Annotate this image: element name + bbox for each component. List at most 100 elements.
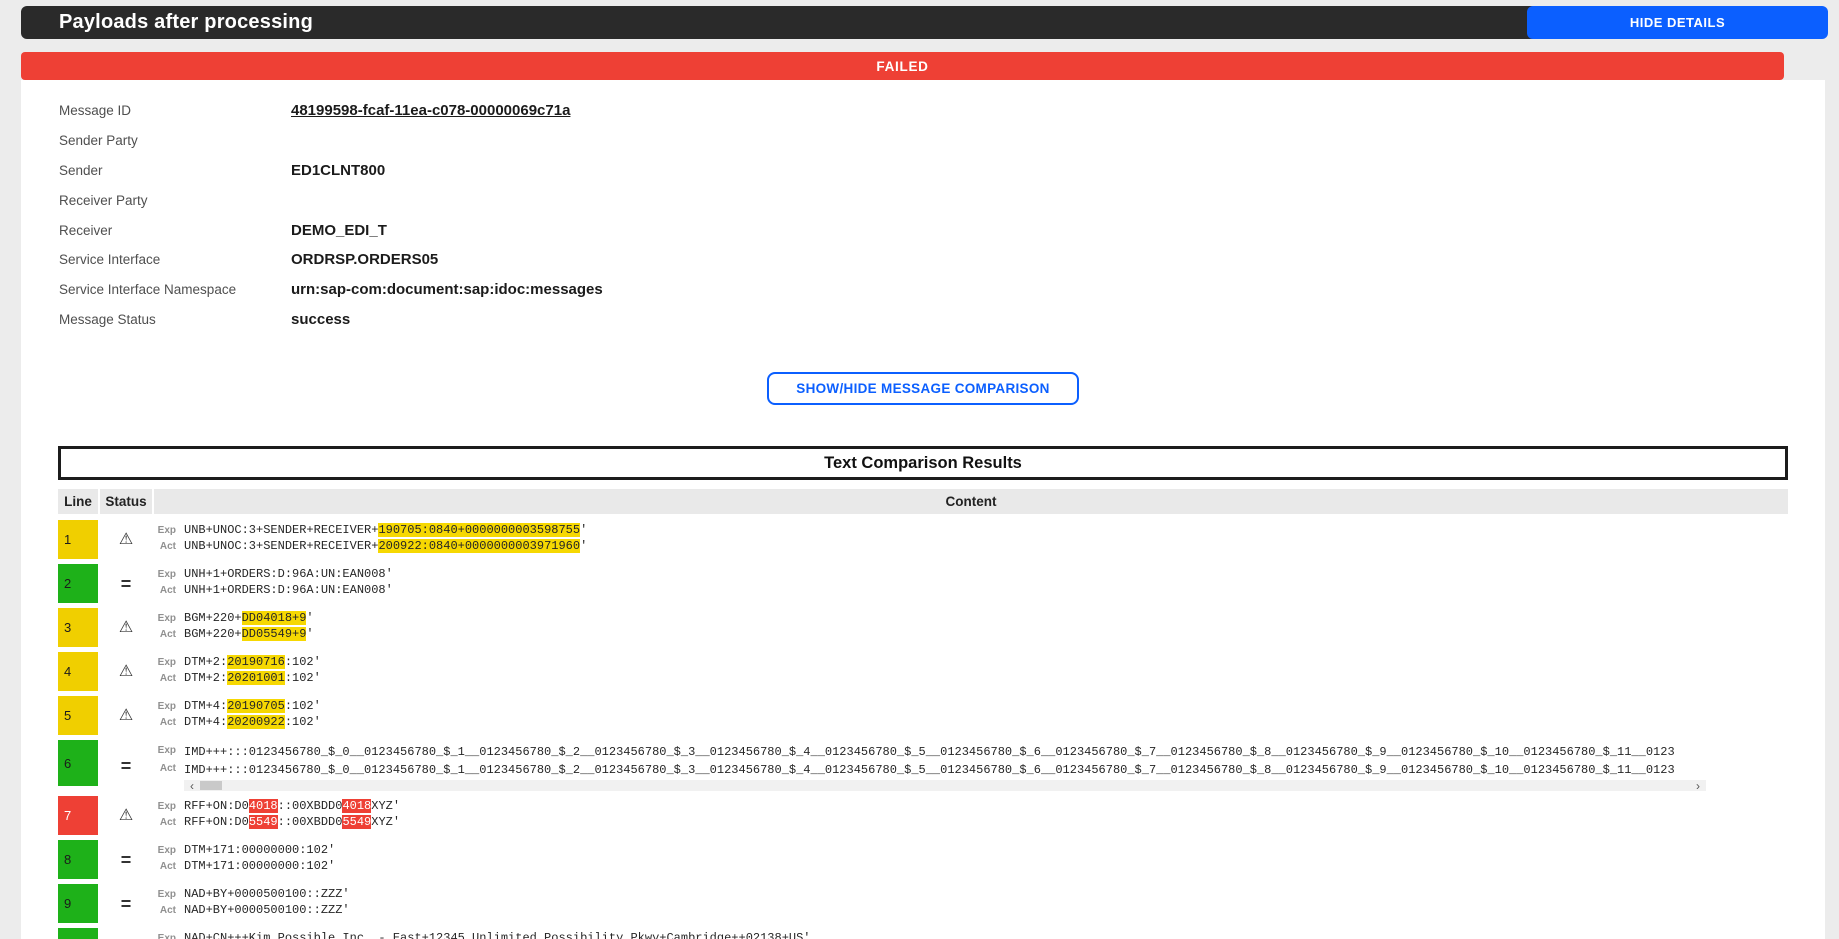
diff-highlight: 5549 xyxy=(342,815,371,829)
comparison-row: 7⚠ExpRFF+ON:D04018::00XBDD04018XYZ'ActRF… xyxy=(58,796,1788,835)
exp-label: Exp xyxy=(154,887,176,903)
expected-line: ExpUNH+1+ORDERS:D:96A:UN:EAN008' xyxy=(154,567,1788,583)
line-content: DTM+171:00000000:102' xyxy=(184,859,335,875)
details-value: urn:sap-com:document:sap:idoc:messages xyxy=(291,281,603,298)
scrollbar-thumb[interactable] xyxy=(200,781,222,790)
line-number-cell: 9 xyxy=(58,884,98,923)
expected-line: ExpDTM+4:20190705:102' xyxy=(154,699,1788,715)
scroll-right-icon[interactable]: › xyxy=(1690,781,1706,791)
act-label: Act xyxy=(154,815,176,831)
line-number-cell: 6 xyxy=(58,740,98,786)
line-number-cell: 8 xyxy=(58,840,98,879)
diff-highlight: 20200922 xyxy=(227,715,285,729)
status-cell: ⚠ xyxy=(100,520,152,559)
expected-line: ExpBGM+220+DD04018+9' xyxy=(154,611,1788,627)
comparison-table: Line Status Content 1⚠ExpUNB+UNOC:3+SEND… xyxy=(58,489,1788,939)
details-value: success xyxy=(291,311,350,328)
actual-line: Act BGM+220+DD05549+9' xyxy=(154,627,1788,643)
line-content: UNH+1+ORDERS:D:96A:UN:EAN008' xyxy=(184,583,393,599)
details-row: Service Interface Namespaceurn:sap-com:d… xyxy=(59,275,1825,305)
message-id-link[interactable]: 48199598-fcaf-11ea-c078-00000069c71a xyxy=(291,102,570,119)
status-banner-label: FAILED xyxy=(876,59,928,74)
details-value: ED1CLNT800 xyxy=(291,162,385,179)
line-content: UNB+UNOC:3+SENDER+RECEIVER+200922:0840+0… xyxy=(184,539,587,555)
actual-line: ActNAD+BY+0000500100::ZZZ' xyxy=(154,903,1788,919)
line-content: BGM+220+DD05549+9' xyxy=(184,627,314,643)
act-label: Act xyxy=(154,583,176,599)
expected-line: ExpNAD+CN+++Kim Possible Inc. - East+123… xyxy=(154,931,1788,939)
scroll-clip: IMD+++:::0123456780_$_0__0123456780_$_1_… xyxy=(184,761,1706,779)
act-label: Act xyxy=(154,627,176,643)
comparison-row: 10=ExpNAD+CN+++Kim Possible Inc. - East+… xyxy=(58,928,1788,939)
line-content: RFF+ON:D04018::00XBDD04018XYZ' xyxy=(184,799,400,815)
details-label: Service Interface xyxy=(59,252,291,267)
warning-icon: ⚠ xyxy=(119,620,133,636)
content-cell: ExpDTM+4:20190705:102'ActDTM+4:20200922:… xyxy=(154,696,1788,735)
content-cell: ExpIMD+++:::0123456780_$_0__0123456780_$… xyxy=(154,740,1788,791)
status-cell: ⚠ xyxy=(100,608,152,647)
line-number-cell: 2 xyxy=(58,564,98,603)
status-banner: FAILED xyxy=(21,52,1784,80)
comparison-row: 5 ⚠ ExpDTM+4:20190705:102'ActDTM+4:2020092… xyxy=(58,696,1788,735)
status-cell: ⚠ xyxy=(100,696,152,735)
line-content: BGM+220+DD04018+9' xyxy=(184,611,314,627)
exp-label: Exp xyxy=(154,843,176,859)
line-content: DTM+2:20190716:102' xyxy=(184,655,321,671)
exp-label: Exp xyxy=(154,567,176,583)
comparison-row: 9=ExpNAD+BY+0000500100::ZZZ'ActNAD+BY+00… xyxy=(58,884,1788,923)
horizontal-scrollbar[interactable]: ‹› xyxy=(184,780,1706,791)
exp-label: Exp xyxy=(154,743,176,761)
line-content: DTM+171:00000000:102' xyxy=(184,843,335,859)
details-label: Receiver xyxy=(59,223,291,238)
warning-icon: ⚠ xyxy=(119,664,133,680)
equals-icon: = xyxy=(121,851,132,869)
status-cell: = xyxy=(100,564,152,603)
line-number-cell: 3 xyxy=(58,608,98,647)
content-cell: Exp RFF+ON:D04018::00XBDD04018XYZ'Act RFF+… xyxy=(154,796,1788,835)
details-row: Message ID48199598-fcaf-11ea-c078-000000… xyxy=(59,96,1825,126)
content-sheet: Message ID48199598-fcaf-11ea-c078-000000… xyxy=(21,80,1825,939)
line-number-cell: 1 xyxy=(58,520,98,559)
line-number-cell: 4 xyxy=(58,652,98,691)
content-cell: ExpDTM+171:00000000:102'ActDTM+171:00000… xyxy=(154,840,1788,879)
content-cell: Exp NAD+BY+0000500100::ZZZ'ActNAD+BY+0000… xyxy=(154,884,1788,923)
details-label: Sender xyxy=(59,163,291,178)
column-header-line: Line xyxy=(58,489,98,514)
warning-icon: ⚠ xyxy=(119,532,133,548)
details-label: Receiver Party xyxy=(59,193,291,208)
diff-highlight: 20190716 xyxy=(227,655,285,669)
expected-line: Exp RFF+ON:D04018::00XBDD04018XYZ' xyxy=(154,799,1788,815)
content-cell: ExpUNH+1+ORDERS:D:96A:UN:EAN008'Act UNH+1… xyxy=(154,564,1788,603)
line-content: RFF+ON:D05549::00XBDD05549XYZ' xyxy=(184,815,400,831)
actual-line: ActUNB+UNOC:3+SENDER+RECEIVER+200922:084… xyxy=(154,539,1788,555)
exp-label: Exp xyxy=(154,799,176,815)
scroll-left-icon[interactable]: ‹ xyxy=(184,781,200,791)
show-hide-message-comparison-button[interactable]: SHOW/HIDE MESSAGE COMPARISON xyxy=(767,372,1079,405)
diff-highlight: 200922:0840+0000000003971960 xyxy=(378,539,580,553)
comparison-table-header: Line Status Content xyxy=(58,489,1788,514)
warning-icon: ⚠ xyxy=(119,708,133,724)
act-label: Act xyxy=(154,903,176,919)
line-content: NAD+BY+0000500100::ZZZ' xyxy=(184,887,350,903)
content-cell: ExpDTM+2:20190716:102'ActDTM+2:20201001:… xyxy=(154,652,1788,691)
comparison-row: 6=ExpIMD+++:::0123456780_$_0__0123456780… xyxy=(58,740,1788,791)
warning-icon: ⚠ xyxy=(119,808,133,824)
text-comparison-results-title: Text Comparison Results xyxy=(58,446,1788,480)
diff-highlight: 4018 xyxy=(342,799,371,813)
content-cell: ExpUNB+UNOC:3+SENDER+RECEIVER+190705:084… xyxy=(154,520,1788,559)
actual-line: ActIMD+++:::0123456780_$_0__0123456780_$… xyxy=(154,761,1788,779)
line-number-cell: 5 xyxy=(58,696,98,735)
details-label: Message ID xyxy=(59,103,291,118)
actual-line: ActDTM+2:20201001:102' xyxy=(154,671,1788,687)
exp-label: Exp xyxy=(154,699,176,715)
comparison-toggle-wrap: SHOW/HIDE MESSAGE COMPARISON xyxy=(21,372,1825,405)
diff-highlight: 190705:0840+0000000003598755 xyxy=(378,523,580,537)
diff-highlight: DD04018+9 xyxy=(242,611,307,625)
comparison-row: 3 ⚠ ExpBGM+220+DD04018+9'Act BGM+220+DD0554… xyxy=(58,608,1788,647)
details-label: Service Interface Namespace xyxy=(59,282,291,297)
act-label: Act xyxy=(154,671,176,687)
hide-details-button[interactable]: HIDE DETAILS xyxy=(1527,6,1828,39)
message-details: Message ID48199598-fcaf-11ea-c078-000000… xyxy=(21,80,1825,334)
expected-line: ExpIMD+++:::0123456780_$_0__0123456780_$… xyxy=(154,743,1788,761)
actual-line: Act UNH+1+ORDERS:D:96A:UN:EAN008' xyxy=(154,583,1788,599)
